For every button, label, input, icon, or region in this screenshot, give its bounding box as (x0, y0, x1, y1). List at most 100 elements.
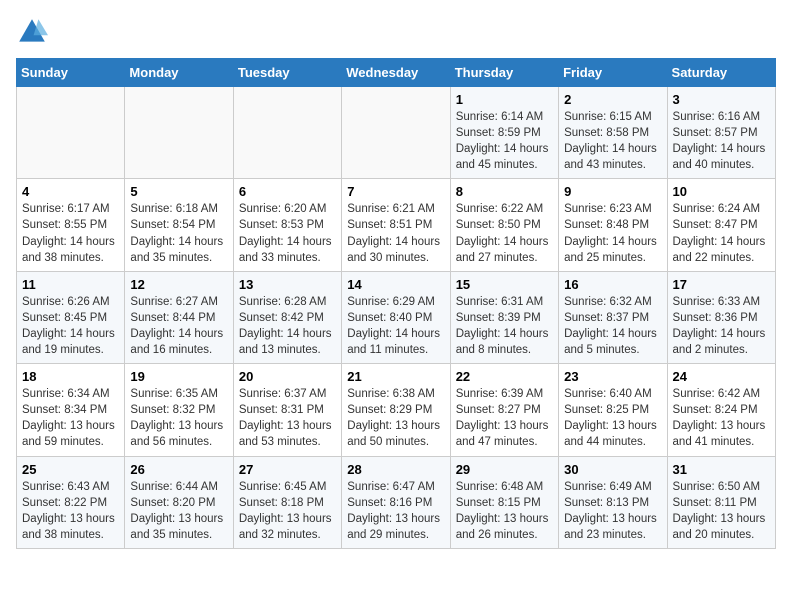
day-info: Sunrise: 6:17 AM Sunset: 8:55 PM Dayligh… (22, 201, 119, 265)
weekday-header-friday: Friday (559, 59, 667, 87)
calendar-week-row: 11 Sunrise: 6:26 AM Sunset: 8:45 PM Dayli… (17, 271, 776, 363)
day-number: 31 (673, 462, 770, 477)
calendar-cell: 16 Sunrise: 6:32 AM Sunset: 8:37 PM Dayli… (559, 271, 667, 363)
logo-icon (16, 16, 48, 48)
calendar-cell: 30Sunrise: 6:49 AM Sunset: 8:13 PM Dayli… (559, 456, 667, 548)
calendar-cell (342, 87, 450, 179)
calendar-cell: 5 Sunrise: 6:18 AM Sunset: 8:54 PM Daylig… (125, 179, 233, 271)
day-number: 28 (347, 462, 444, 477)
calendar-cell: 10 Sunrise: 6:24 AM Sunset: 8:47 PM Dayli… (667, 179, 775, 271)
day-info: Sunrise: 6:34 AM Sunset: 8:34 PM Dayligh… (22, 386, 119, 450)
day-info: Sunrise: 6:16 AM Sunset: 8:57 PM Dayligh… (673, 109, 770, 173)
calendar-cell: 9 Sunrise: 6:23 AM Sunset: 8:48 PM Daylig… (559, 179, 667, 271)
day-info: Sunrise: 6:27 AM Sunset: 8:44 PM Dayligh… (130, 294, 227, 358)
day-info: Sunrise: 6:39 AM Sunset: 8:27 PM Dayligh… (456, 386, 553, 450)
calendar-cell: 20 Sunrise: 6:37 AM Sunset: 8:31 PM Dayli… (233, 364, 341, 456)
day-info: Sunrise: 6:50 AM Sunset: 8:11 PM Dayligh… (673, 479, 770, 543)
calendar-table: SundayMondayTuesdayWednesdayThursdayFrid… (16, 58, 776, 549)
calendar-cell: 15Sunrise: 6:31 AM Sunset: 8:39 PM Dayli… (450, 271, 558, 363)
calendar-cell: 19Sunrise: 6:35 AM Sunset: 8:32 PM Dayli… (125, 364, 233, 456)
calendar-cell: 25Sunrise: 6:43 AM Sunset: 8:22 PM Dayli… (17, 456, 125, 548)
day-number: 24 (673, 369, 770, 384)
day-info: Sunrise: 6:18 AM Sunset: 8:54 PM Dayligh… (130, 201, 227, 265)
weekday-header-monday: Monday (125, 59, 233, 87)
day-number: 29 (456, 462, 553, 477)
calendar-cell (233, 87, 341, 179)
day-info: Sunrise: 6:22 AM Sunset: 8:50 PM Dayligh… (456, 201, 553, 265)
day-number: 15 (456, 277, 553, 292)
day-number: 4 (22, 184, 119, 199)
day-number: 10 (673, 184, 770, 199)
day-info: Sunrise: 6:28 AM Sunset: 8:42 PM Dayligh… (239, 294, 336, 358)
calendar-cell: 24 Sunrise: 6:42 AM Sunset: 8:24 PM Dayli… (667, 364, 775, 456)
day-number: 23 (564, 369, 661, 384)
day-info: Sunrise: 6:43 AM Sunset: 8:22 PM Dayligh… (22, 479, 119, 543)
calendar-cell: 28 Sunrise: 6:47 AM Sunset: 8:16 PM Dayli… (342, 456, 450, 548)
calendar-cell: 31 Sunrise: 6:50 AM Sunset: 8:11 PM Dayli… (667, 456, 775, 548)
calendar-cell: 14 Sunrise: 6:29 AM Sunset: 8:40 PM Dayli… (342, 271, 450, 363)
day-number: 17 (673, 277, 770, 292)
day-number: 12 (130, 277, 227, 292)
day-info: Sunrise: 6:42 AM Sunset: 8:24 PM Dayligh… (673, 386, 770, 450)
weekday-header-row: SundayMondayTuesdayWednesdayThursdayFrid… (17, 59, 776, 87)
day-info: Sunrise: 6:47 AM Sunset: 8:16 PM Dayligh… (347, 479, 444, 543)
day-number: 19 (130, 369, 227, 384)
day-info: Sunrise: 6:37 AM Sunset: 8:31 PM Dayligh… (239, 386, 336, 450)
weekday-header-saturday: Saturday (667, 59, 775, 87)
calendar-week-row: 18 Sunrise: 6:34 AM Sunset: 8:34 PM Dayli… (17, 364, 776, 456)
calendar-cell (17, 87, 125, 179)
calendar-week-row: 4 Sunrise: 6:17 AM Sunset: 8:55 PM Daylig… (17, 179, 776, 271)
day-number: 26 (130, 462, 227, 477)
day-info: Sunrise: 6:48 AM Sunset: 8:15 PM Dayligh… (456, 479, 553, 543)
day-number: 11 (22, 277, 119, 292)
calendar-cell: 6 Sunrise: 6:20 AM Sunset: 8:53 PM Daylig… (233, 179, 341, 271)
day-number: 30 (564, 462, 661, 477)
calendar-cell: 26Sunrise: 6:44 AM Sunset: 8:20 PM Dayli… (125, 456, 233, 548)
day-number: 20 (239, 369, 336, 384)
calendar-cell: 22 Sunrise: 6:39 AM Sunset: 8:27 PM Dayli… (450, 364, 558, 456)
calendar-cell: 23 Sunrise: 6:40 AM Sunset: 8:25 PM Dayli… (559, 364, 667, 456)
day-number: 13 (239, 277, 336, 292)
day-number: 14 (347, 277, 444, 292)
calendar-cell: 7 Sunrise: 6:21 AM Sunset: 8:51 PM Daylig… (342, 179, 450, 271)
calendar-cell: 4 Sunrise: 6:17 AM Sunset: 8:55 PM Daylig… (17, 179, 125, 271)
day-number: 16 (564, 277, 661, 292)
day-info: Sunrise: 6:38 AM Sunset: 8:29 PM Dayligh… (347, 386, 444, 450)
calendar-cell: 3Sunrise: 6:16 AM Sunset: 8:57 PM Daylig… (667, 87, 775, 179)
day-number: 7 (347, 184, 444, 199)
day-number: 5 (130, 184, 227, 199)
day-number: 6 (239, 184, 336, 199)
day-number: 1 (456, 92, 553, 107)
day-info: Sunrise: 6:40 AM Sunset: 8:25 PM Dayligh… (564, 386, 661, 450)
day-info: Sunrise: 6:24 AM Sunset: 8:47 PM Dayligh… (673, 201, 770, 265)
day-number: 9 (564, 184, 661, 199)
day-number: 8 (456, 184, 553, 199)
page-header (16, 16, 776, 48)
calendar-cell: 1 Sunrise: 6:14 AM Sunset: 8:59 PM Daylig… (450, 87, 558, 179)
day-info: Sunrise: 6:23 AM Sunset: 8:48 PM Dayligh… (564, 201, 661, 265)
day-number: 2 (564, 92, 661, 107)
day-info: Sunrise: 6:20 AM Sunset: 8:53 PM Dayligh… (239, 201, 336, 265)
day-info: Sunrise: 6:15 AM Sunset: 8:58 PM Dayligh… (564, 109, 661, 173)
day-number: 27 (239, 462, 336, 477)
day-number: 18 (22, 369, 119, 384)
calendar-cell: 17Sunrise: 6:33 AM Sunset: 8:36 PM Dayli… (667, 271, 775, 363)
calendar-week-row: 25Sunrise: 6:43 AM Sunset: 8:22 PM Dayli… (17, 456, 776, 548)
day-info: Sunrise: 6:14 AM Sunset: 8:59 PM Dayligh… (456, 109, 553, 173)
calendar-cell: 27 Sunrise: 6:45 AM Sunset: 8:18 PM Dayli… (233, 456, 341, 548)
calendar-cell (125, 87, 233, 179)
day-info: Sunrise: 6:26 AM Sunset: 8:45 PM Dayligh… (22, 294, 119, 358)
day-info: Sunrise: 6:45 AM Sunset: 8:18 PM Dayligh… (239, 479, 336, 543)
calendar-cell: 21Sunrise: 6:38 AM Sunset: 8:29 PM Dayli… (342, 364, 450, 456)
calendar-cell: 18 Sunrise: 6:34 AM Sunset: 8:34 PM Dayli… (17, 364, 125, 456)
day-info: Sunrise: 6:29 AM Sunset: 8:40 PM Dayligh… (347, 294, 444, 358)
day-number: 22 (456, 369, 553, 384)
calendar-week-row: 1 Sunrise: 6:14 AM Sunset: 8:59 PM Daylig… (17, 87, 776, 179)
day-info: Sunrise: 6:21 AM Sunset: 8:51 PM Dayligh… (347, 201, 444, 265)
calendar-cell: 13 Sunrise: 6:28 AM Sunset: 8:42 PM Dayli… (233, 271, 341, 363)
calendar-cell: 2 Sunrise: 6:15 AM Sunset: 8:58 PM Daylig… (559, 87, 667, 179)
weekday-header-wednesday: Wednesday (342, 59, 450, 87)
weekday-header-thursday: Thursday (450, 59, 558, 87)
weekday-header-tuesday: Tuesday (233, 59, 341, 87)
day-info: Sunrise: 6:32 AM Sunset: 8:37 PM Dayligh… (564, 294, 661, 358)
